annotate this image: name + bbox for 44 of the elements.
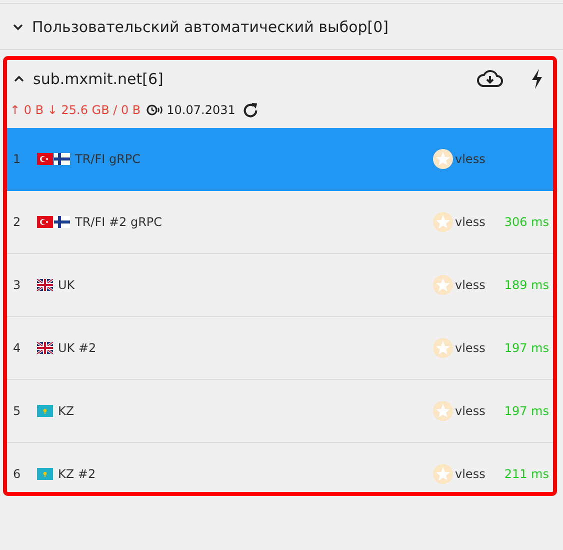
flag-icon <box>37 153 53 165</box>
server-name: UK #2 <box>58 341 98 355</box>
server-row[interactable]: 4 UK #2 vless 197 ms <box>7 317 553 380</box>
traffic-text: ↑ 0 B ↓ 25.6 GB / 0 B <box>10 103 141 117</box>
server-name: UK <box>58 278 76 292</box>
protocol-label: vless <box>455 152 486 166</box>
protocol-label: vless <box>455 341 486 355</box>
server-row[interactable]: 3 UK vless 189 ms <box>7 254 553 317</box>
protocol-label: vless <box>455 278 486 292</box>
server-name: TR/FI #2 gRPC <box>75 215 164 229</box>
clock-icon <box>146 104 164 116</box>
server-row[interactable]: 6 KZ #2 vless 211 ms <box>7 443 553 492</box>
latency-value: 189 ms <box>504 278 549 292</box>
group-title[interactable]: Пользовательский автоматический выбор[0] <box>32 18 389 36</box>
flag-icon <box>37 405 53 417</box>
server-row[interactable]: 5 KZ vless 197 ms <box>7 380 553 443</box>
row-number: 4 <box>12 341 22 355</box>
expiry-date: 10.07.2031 <box>166 103 236 117</box>
cloud-download-icon[interactable] <box>477 69 503 89</box>
protocol-label: vless <box>455 467 486 481</box>
row-number: 6 <box>12 467 22 481</box>
lightning-icon[interactable] <box>531 69 543 89</box>
protocol-label: vless <box>455 404 486 418</box>
flag-icon <box>37 279 53 291</box>
latency-value: 306 ms <box>504 215 549 229</box>
row-number: 3 <box>12 278 22 292</box>
latency-value: 197 ms <box>504 404 549 418</box>
latency-value: 197 ms <box>504 341 549 355</box>
flag-icon <box>54 216 70 228</box>
server-name: KZ #2 <box>58 467 97 481</box>
flag-icon <box>54 153 70 165</box>
row-number: 2 <box>12 215 22 229</box>
flag-icon <box>37 468 53 480</box>
flag-icon <box>37 216 53 228</box>
server-name: TR/FI gRPC <box>75 152 142 166</box>
row-number: 5 <box>12 404 22 418</box>
row-number: 1 <box>12 152 22 166</box>
latency-value: 211 ms <box>504 467 549 481</box>
flag-icon <box>37 342 53 354</box>
server-row[interactable]: 2 TR/FI #2 gRPC vless 306 ms <box>7 191 553 254</box>
server-name: KZ <box>58 404 76 418</box>
protocol-label: vless <box>455 215 486 229</box>
server-row[interactable]: 1 TR/FI gRPC vless <box>7 128 553 191</box>
subscription-title: sub.mxmit.net[6] <box>33 70 164 88</box>
